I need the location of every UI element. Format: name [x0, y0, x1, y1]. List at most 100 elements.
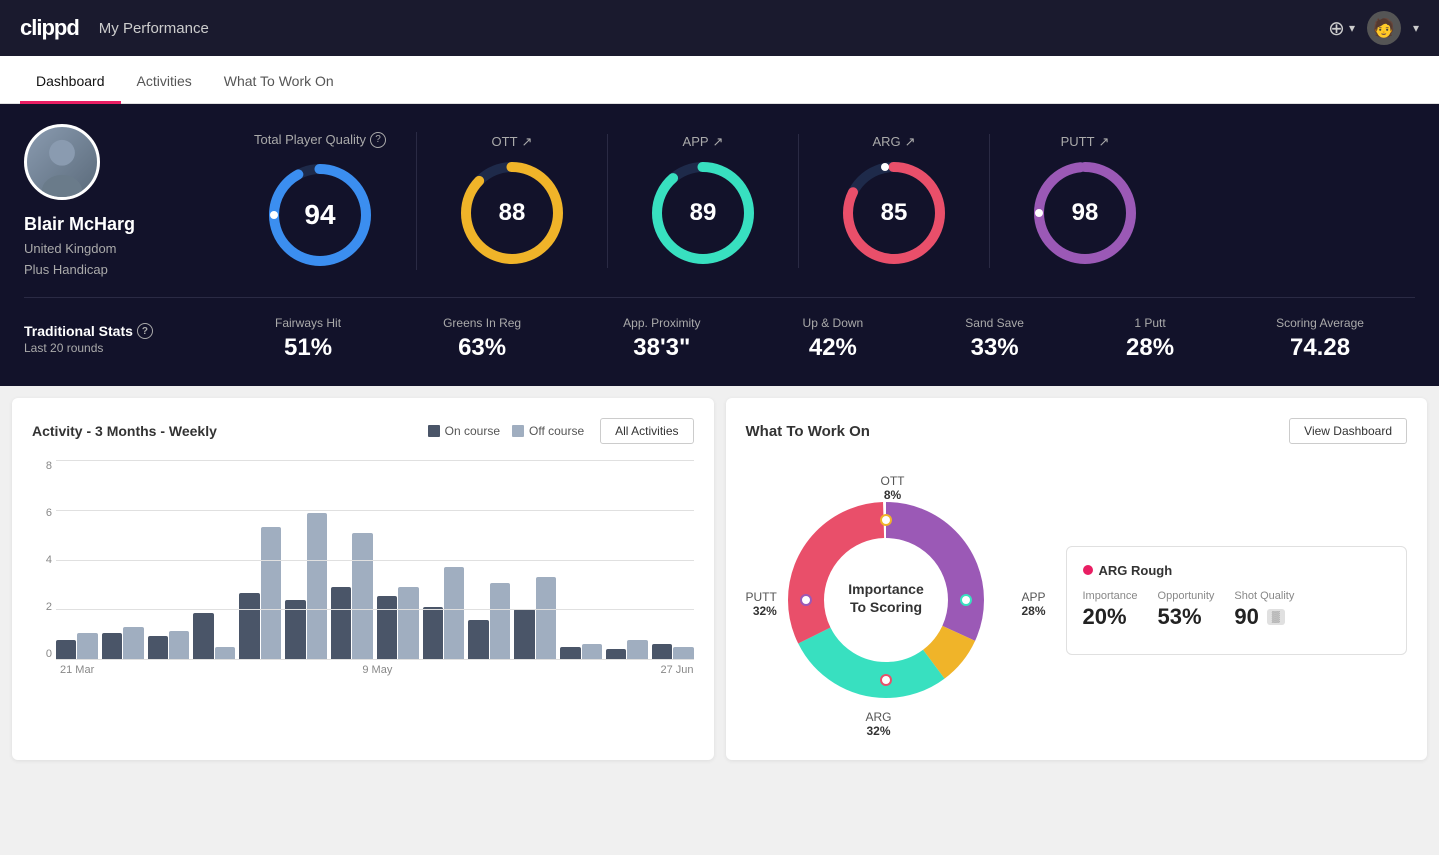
- stat-scoring-value: 74.28: [1276, 334, 1364, 362]
- bar-dark: [423, 607, 443, 660]
- bar-light: [77, 633, 97, 660]
- stat-1putt-label: 1 Putt: [1126, 316, 1174, 330]
- info-stats: Importance 20% Opportunity 53% Shot Qual…: [1083, 590, 1391, 630]
- player-handicap: Plus Handicap: [24, 262, 108, 277]
- app-label: APP ↗: [683, 134, 724, 150]
- bar-light: [673, 647, 693, 660]
- bar-group: [652, 644, 694, 660]
- bar-dark: [331, 587, 351, 660]
- putt-ring: 98: [1030, 158, 1140, 268]
- score-card-app: APP ↗ 89: [608, 134, 799, 268]
- svg-text:To Scoring: To Scoring: [849, 599, 921, 615]
- bar-dark: [285, 600, 305, 660]
- info-stat-importance-value: 20%: [1083, 604, 1138, 630]
- stat-gir: Greens In Reg 63%: [443, 316, 521, 362]
- putt-donut-label: PUTT 32%: [746, 590, 777, 618]
- putt-value: 98: [1072, 199, 1099, 227]
- legend-off-course-label: Off course: [529, 424, 584, 438]
- bar-light: [352, 533, 372, 660]
- info-stat-importance: Importance 20%: [1083, 590, 1138, 630]
- header: clippd My Performance ⊕ ▾ 🧑 ▾: [0, 0, 1439, 56]
- x-label-may: 9 May: [362, 664, 392, 676]
- stat-items: Fairways Hit 51% Greens In Reg 63% App. …: [224, 316, 1415, 362]
- stat-1putt-value: 28%: [1126, 334, 1174, 362]
- avatar[interactable]: 🧑: [1367, 11, 1401, 45]
- stat-updown: Up & Down 42%: [803, 316, 864, 362]
- total-quality-label: Total Player Quality ?: [254, 132, 386, 148]
- donut-chart: Importance To Scoring OTT 8% APP 28%: [746, 460, 1046, 740]
- bar-dark: [377, 596, 397, 660]
- app-donut-label: APP 28%: [1021, 590, 1045, 618]
- ott-value: 88: [499, 199, 526, 227]
- total-quality-ring: 94: [265, 160, 375, 270]
- bars-container: [56, 460, 694, 660]
- x-label-jun: 27 Jun: [660, 664, 693, 676]
- info-stat-quality-label: Shot Quality: [1234, 590, 1294, 602]
- bar-group: [239, 527, 281, 660]
- legend-off-course-dot: [512, 425, 524, 437]
- chart-header: Activity - 3 Months - Weekly On course O…: [32, 418, 694, 444]
- arg-ring: 85: [839, 158, 949, 268]
- logo[interactable]: clippd: [20, 15, 79, 41]
- bar-dark: [56, 640, 76, 660]
- info-card-dot: [1083, 565, 1093, 575]
- trad-stats-subtitle: Last 20 rounds: [24, 341, 224, 355]
- bar-light: [307, 513, 327, 660]
- stat-scoring-label: Scoring Average: [1276, 316, 1364, 330]
- bar-dark: [560, 647, 580, 660]
- stat-1putt: 1 Putt 28%: [1126, 316, 1174, 362]
- all-activities-button[interactable]: All Activities: [600, 418, 693, 444]
- app-ring: 89: [648, 158, 758, 268]
- header-title: My Performance: [99, 20, 209, 37]
- player-avatar: [24, 124, 100, 200]
- info-stat-importance-label: Importance: [1083, 590, 1138, 602]
- bar-group: [102, 627, 144, 660]
- tab-activities[interactable]: Activities: [121, 61, 208, 104]
- stat-gir-value: 63%: [443, 334, 521, 362]
- stat-updown-label: Up & Down: [803, 316, 864, 330]
- y-label-8: 8: [32, 460, 52, 472]
- chart-controls: On course Off course All Activities: [428, 418, 694, 444]
- hero-top: Blair McHarg United Kingdom Plus Handica…: [24, 124, 1415, 298]
- chart-inner: 0 2 4 6 8: [32, 460, 694, 660]
- tab-what-to-work-on[interactable]: What To Work On: [208, 61, 350, 104]
- bar-dark: [102, 633, 122, 660]
- stat-fairways-value: 51%: [275, 334, 341, 362]
- app-value: 89: [690, 199, 717, 227]
- bar-light: [582, 644, 602, 660]
- bar-group: [514, 577, 556, 660]
- add-button[interactable]: ⊕ ▾: [1328, 16, 1355, 41]
- trad-stats-help[interactable]: ?: [137, 323, 153, 339]
- player-info: Blair McHarg United Kingdom Plus Handica…: [24, 124, 224, 277]
- bar-group: [423, 567, 465, 660]
- chart-area: 0 2 4 6 8: [32, 460, 694, 680]
- x-label-mar: 21 Mar: [60, 664, 94, 676]
- bar-dark: [468, 620, 488, 660]
- bar-light: [215, 647, 235, 660]
- stat-sandsave-value: 33%: [965, 334, 1024, 362]
- stat-fairways: Fairways Hit 51%: [275, 316, 341, 362]
- tab-dashboard[interactable]: Dashboard: [20, 61, 121, 104]
- info-card-title: ARG Rough: [1083, 563, 1391, 578]
- score-cards: OTT ↗ 88 APP ↗: [417, 134, 1415, 268]
- bar-dark: [514, 609, 534, 660]
- bar-group: [560, 644, 602, 660]
- header-right: ⊕ ▾ 🧑 ▾: [1328, 11, 1419, 45]
- arg-value: 85: [881, 199, 908, 227]
- avatar-dropdown[interactable]: ▾: [1413, 21, 1419, 35]
- score-card-putt: PUTT ↗ 98: [990, 134, 1180, 268]
- chart-title: Activity - 3 Months - Weekly: [32, 423, 217, 439]
- donut-svg: Importance To Scoring: [776, 490, 996, 710]
- chart-legend: On course Off course: [428, 424, 585, 438]
- info-stat-quality-badge: ▒: [1267, 609, 1285, 625]
- stat-gir-label: Greens In Reg: [443, 316, 521, 330]
- total-quality-help[interactable]: ?: [370, 132, 386, 148]
- svg-text:Importance: Importance: [848, 581, 924, 597]
- view-dashboard-button[interactable]: View Dashboard: [1289, 418, 1407, 444]
- legend-on-course-dot: [428, 425, 440, 437]
- y-axis: 0 2 4 6 8: [32, 460, 56, 660]
- bar-group: [285, 513, 327, 660]
- y-label-6: 6: [32, 507, 52, 519]
- work-on-card: What To Work On View Dashboard: [726, 398, 1428, 760]
- bar-light: [536, 577, 556, 660]
